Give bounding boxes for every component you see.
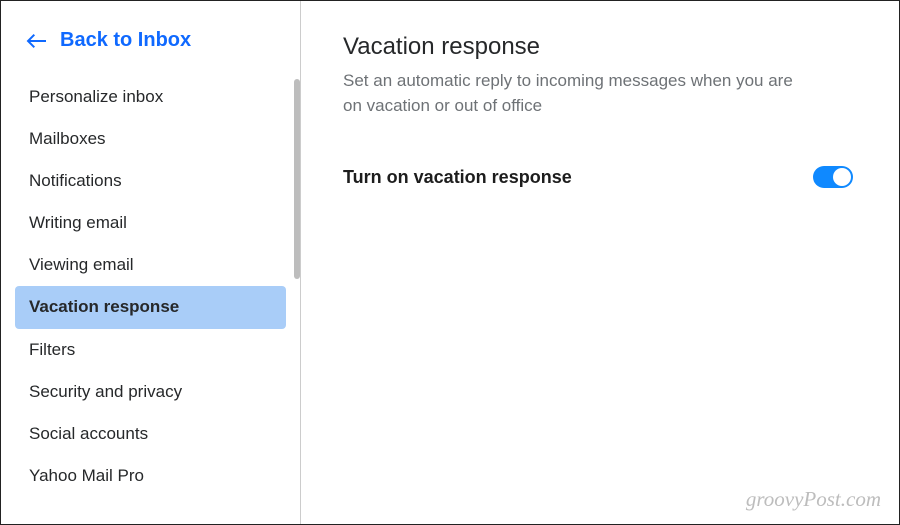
sidebar-item-security-and-privacy[interactable]: Security and privacy [15,371,286,413]
vacation-response-toggle-row: Turn on vacation response [343,166,853,188]
sidebar-item-viewing-email[interactable]: Viewing email [15,244,286,286]
toggle-label: Turn on vacation response [343,167,572,188]
vacation-response-toggle[interactable] [813,166,853,188]
sidebar-item-personalize-inbox[interactable]: Personalize inbox [15,76,286,118]
sidebar-item-mailboxes[interactable]: Mailboxes [15,118,286,160]
sidebar-item-writing-email[interactable]: Writing email [15,202,286,244]
toggle-knob [833,168,851,186]
sidebar-item-social-accounts[interactable]: Social accounts [15,413,286,455]
page-title: Vacation response [343,33,859,61]
sidebar-item-filters[interactable]: Filters [15,329,286,371]
watermark: groovyPost.com [746,487,881,512]
sidebar-item-vacation-response[interactable]: Vacation response [15,286,286,328]
app-layout: Back to Inbox Personalize inboxMailboxes… [1,1,899,524]
sidebar-item-yahoo-mail-pro[interactable]: Yahoo Mail Pro [15,455,286,497]
sidebar-item-notifications[interactable]: Notifications [15,160,286,202]
scrollbar-thumb[interactable] [294,79,300,279]
page-subtitle: Set an automatic reply to incoming messa… [343,69,813,118]
settings-nav-list: Personalize inboxMailboxesNotificationsW… [1,72,300,497]
settings-sidebar: Back to Inbox Personalize inboxMailboxes… [1,1,301,524]
arrow-left-icon [26,32,48,50]
back-to-inbox-link[interactable]: Back to Inbox [1,1,300,72]
back-link-label: Back to Inbox [60,29,191,52]
settings-content: Vacation response Set an automatic reply… [301,1,899,524]
